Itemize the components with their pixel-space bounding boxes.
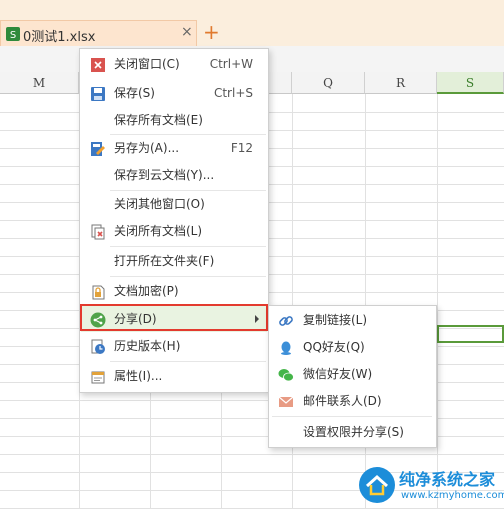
- qq-icon: [278, 339, 294, 355]
- close-all-icon: [90, 223, 106, 240]
- encrypt-icon: [90, 283, 106, 300]
- submenu-item-copy-link[interactable]: 复制链接(L): [270, 307, 436, 334]
- menu-item-label: 另存为(A)...: [114, 141, 180, 155]
- menu-item-shortcut: F12: [230, 141, 253, 155]
- house-logo-icon: [359, 467, 395, 503]
- menu-separator: [110, 276, 266, 277]
- menu-item-label: 历史版本(H): [114, 339, 181, 353]
- wechat-icon: [278, 366, 294, 382]
- svg-text:S: S: [10, 30, 16, 41]
- menu-item-label: 属性(I)...: [114, 369, 163, 383]
- menu-item-shortcut: Ctrl+S: [213, 86, 253, 100]
- share-submenu: 复制链接(L) QQ好友(Q) 微信好友(W) 邮件联系人(D) 设置权限并分享…: [268, 305, 437, 448]
- menu-item-history[interactable]: 历史版本(H): [81, 333, 267, 359]
- menu-item-properties[interactable]: 属性(I)...: [81, 363, 267, 389]
- submenu-item-label: 邮件联系人(D): [303, 394, 382, 408]
- menu-item-close-window[interactable]: 关闭窗口(C) Ctrl+W: [81, 51, 267, 77]
- link-icon: [278, 312, 294, 328]
- watermark-title: 纯净系统之家: [399, 470, 496, 489]
- new-tab-button[interactable]: +: [203, 22, 220, 42]
- menu-item-save[interactable]: 保存(S) Ctrl+S: [81, 80, 267, 106]
- menu-item-label: 文档加密(P): [114, 284, 179, 298]
- menu-item-label: 打开所在文件夹(F): [114, 254, 215, 268]
- menu-item-label: 关闭窗口(C): [114, 57, 180, 71]
- spreadsheet-icon: S: [5, 26, 21, 42]
- file-context-menu: 关闭窗口(C) Ctrl+W 保存(S) Ctrl+S 保存所有文档(E) 另存…: [79, 48, 269, 393]
- submenu-item-label: 微信好友(W): [303, 367, 373, 381]
- watermark-url: www.kzmyhome.com: [401, 490, 504, 501]
- menu-item-save-all[interactable]: 保存所有文档(E): [81, 107, 267, 133]
- selected-cell[interactable]: [437, 325, 504, 343]
- menu-item-encrypt[interactable]: 文档加密(P): [81, 278, 267, 304]
- submenu-item-permissions[interactable]: 设置权限并分享(S): [270, 419, 436, 446]
- menu-item-shortcut: Ctrl+W: [209, 57, 253, 71]
- tab-title: 0测试1.xlsx: [23, 30, 96, 45]
- submenu-item-label: QQ好友(Q): [303, 340, 365, 354]
- menu-item-close-all[interactable]: 关闭所有文档(L): [81, 218, 267, 244]
- grid-row-line: [0, 454, 504, 455]
- menu-item-label: 关闭其他窗口(O): [114, 197, 205, 211]
- menu-item-label: 保存所有文档(E): [114, 113, 203, 127]
- tab-bar: S 0测试1.xlsx × +: [0, 0, 504, 46]
- menu-item-save-as[interactable]: 另存为(A)... F12: [81, 135, 267, 161]
- tab-close-icon[interactable]: ×: [181, 24, 193, 40]
- close-window-icon: [90, 56, 106, 72]
- share-highlight-box: [80, 304, 268, 331]
- mail-icon: [278, 393, 294, 409]
- menu-item-label: 关闭所有文档(L): [114, 224, 203, 238]
- menu-item-close-others[interactable]: 关闭其他窗口(O): [81, 191, 267, 217]
- submenu-item-qq[interactable]: QQ好友(Q): [270, 334, 436, 361]
- menu-separator: [110, 246, 266, 247]
- submenu-item-label: 设置权限并分享(S): [303, 425, 404, 439]
- submenu-item-mail[interactable]: 邮件联系人(D): [270, 388, 436, 415]
- submenu-separator: [272, 416, 432, 417]
- menu-item-label: 保存到云文档(Y)...: [114, 168, 215, 182]
- submenu-item-wechat[interactable]: 微信好友(W): [270, 361, 436, 388]
- submenu-item-label: 复制链接(L): [303, 313, 368, 327]
- menu-item-open-folder[interactable]: 打开所在文件夹(F): [81, 248, 267, 274]
- menu-separator: [110, 361, 266, 362]
- document-tab[interactable]: S 0测试1.xlsx ×: [0, 20, 197, 46]
- save-as-icon: [90, 140, 106, 156]
- menu-item-save-to-cloud[interactable]: 保存到云文档(Y)...: [81, 162, 267, 188]
- grid-column-line: [437, 94, 438, 509]
- save-icon: [90, 85, 106, 101]
- menu-item-label: 保存(S): [114, 86, 155, 100]
- watermark-logo: 纯净系统之家 www.kzmyhome.com: [355, 462, 504, 509]
- properties-icon: [90, 368, 106, 384]
- history-icon: [90, 338, 106, 354]
